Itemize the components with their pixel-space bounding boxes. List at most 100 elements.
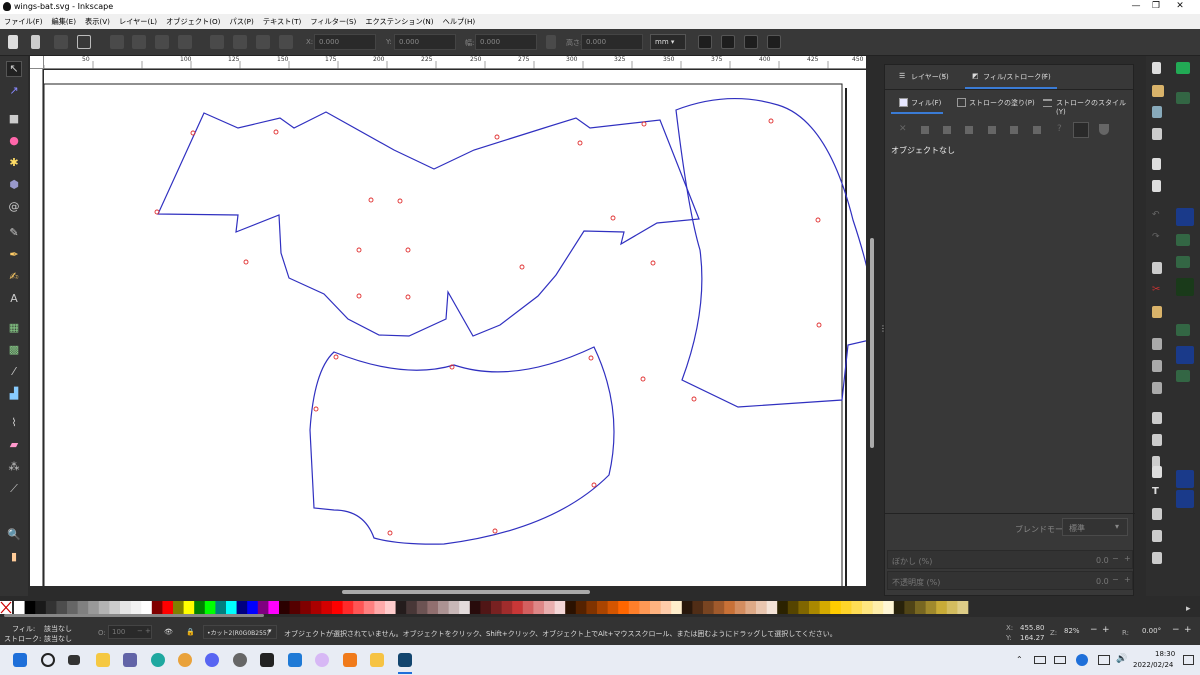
flat-color-icon[interactable] — [921, 126, 929, 134]
color-swatch[interactable] — [35, 601, 47, 614]
maximize-button[interactable]: ❐ — [1146, 1, 1166, 11]
touch-select-icon[interactable] — [77, 35, 91, 49]
radial-gradient-icon[interactable] — [965, 126, 973, 134]
menu-file[interactable]: ファイル(F) — [4, 17, 43, 27]
raise-to-top-icon[interactable] — [210, 35, 224, 49]
ellipse-tool-icon[interactable]: ● — [7, 134, 21, 148]
vscroll-thumb[interactable] — [870, 238, 874, 448]
subtab-fill[interactable]: フィル(F) — [911, 98, 941, 108]
subtab-stroke-style[interactable]: ストロークのスタイル(Y) — [1056, 98, 1133, 116]
color-swatch[interactable] — [120, 601, 131, 614]
raise-icon[interactable] — [233, 35, 247, 49]
tab-fillstroke[interactable]: フィル/ストローク(F) — [983, 72, 1051, 82]
rotate-cw-icon[interactable] — [132, 35, 146, 49]
color-swatch[interactable] — [607, 601, 619, 614]
o-plus-icon[interactable]: + — [145, 627, 151, 635]
y-input[interactable]: 0.000 — [394, 34, 456, 50]
color-swatch[interactable] — [565, 601, 577, 614]
dropper-tool-icon[interactable]: ⁄ — [7, 365, 21, 379]
color-swatch[interactable] — [215, 601, 227, 614]
opacity-slider[interactable]: 不透明度 (%) 0.0 − + — [887, 571, 1133, 590]
scale-corners-icon[interactable] — [721, 35, 735, 49]
color-swatch[interactable] — [173, 601, 184, 614]
selector-tool-icon[interactable]: ↖ — [6, 61, 22, 77]
color-swatch[interactable] — [67, 601, 78, 614]
x-input[interactable]: 0.000 — [314, 34, 376, 50]
color-swatch[interactable] — [872, 601, 884, 614]
color-swatch[interactable] — [692, 601, 704, 614]
close-window-button[interactable]: ✕ — [1170, 1, 1190, 11]
pen-tool-icon[interactable]: ✒ — [7, 248, 21, 262]
eraser-tool-icon[interactable]: ▰ — [7, 438, 21, 452]
color-swatch[interactable] — [501, 601, 513, 614]
color-swatch[interactable] — [226, 601, 237, 614]
color-swatch[interactable] — [703, 601, 714, 614]
current-layer-select[interactable]: •カット2(R0G0B255) ▾ — [203, 625, 277, 639]
color-swatch[interactable] — [332, 601, 343, 614]
export-icon[interactable] — [1152, 180, 1161, 192]
menu-extensions[interactable]: エクステンション(N) — [365, 17, 433, 27]
task-view-icon[interactable] — [68, 655, 80, 665]
color-swatch[interactable] — [787, 601, 799, 614]
rectangle-tool-icon[interactable]: ■ — [7, 112, 21, 126]
clone-icon[interactable] — [1152, 434, 1162, 446]
blur-minus-icon[interactable]: − — [1112, 554, 1119, 563]
color-swatch[interactable] — [777, 601, 789, 614]
start-icon[interactable] — [13, 653, 27, 667]
duplicate-icon[interactable] — [1152, 412, 1162, 424]
color-swatch[interactable] — [353, 601, 365, 614]
color-swatch[interactable] — [427, 601, 439, 614]
copy-icon[interactable] — [1152, 262, 1162, 274]
color-swatch[interactable] — [268, 601, 280, 614]
deselect-icon[interactable] — [54, 35, 68, 49]
snap-center-icon[interactable] — [1176, 346, 1194, 364]
undo-icon[interactable]: ↶ — [1152, 210, 1164, 222]
swatch-icon[interactable] — [1033, 126, 1041, 134]
color-swatch[interactable] — [862, 601, 873, 614]
zoom-tool-icon[interactable]: 🔍 — [7, 528, 21, 542]
pencil-tool-icon[interactable]: ✎ — [7, 226, 21, 240]
select-all-layers-icon[interactable] — [31, 35, 40, 49]
select-all-icon[interactable] — [8, 35, 18, 49]
rotation-input[interactable]: 0.00° − + — [1138, 625, 1196, 639]
color-swatch[interactable] — [416, 601, 428, 614]
color-swatch[interactable] — [438, 601, 449, 614]
opacity-minus-icon[interactable]: − — [1112, 575, 1119, 584]
vertical-scrollbar[interactable] — [866, 56, 878, 586]
pattern-icon[interactable] — [1010, 126, 1018, 134]
calligraphy-tool-icon[interactable]: ✍ — [7, 270, 21, 284]
snap-midpoint-icon[interactable] — [1176, 324, 1190, 336]
color-swatch[interactable] — [448, 601, 460, 614]
horizontal-scrollbar[interactable] — [30, 586, 866, 598]
color-swatch[interactable] — [512, 601, 524, 614]
width-input[interactable]: 0.000 — [475, 34, 537, 50]
no-color-swatch-icon[interactable] — [0, 601, 12, 614]
snap-grid-icon[interactable] — [1176, 490, 1194, 508]
color-swatch[interactable] — [321, 601, 333, 614]
color-swatch[interactable] — [936, 601, 948, 614]
node-tool-icon[interactable]: ↗ — [7, 84, 21, 98]
color-swatch[interactable] — [957, 601, 969, 614]
cut-icon[interactable]: ✂ — [1152, 284, 1164, 296]
app-icon[interactable] — [233, 653, 247, 667]
zoom-out-icon[interactable]: − — [1090, 625, 1098, 635]
menu-layer[interactable]: レイヤー(L) — [119, 17, 157, 27]
palette-menu-icon[interactable]: ▸ — [1186, 604, 1191, 614]
color-swatch[interactable] — [459, 601, 471, 614]
menu-object[interactable]: オブジェクト(O) — [166, 17, 220, 27]
vscode-icon[interactable] — [288, 653, 302, 667]
subtab-stroke-paint[interactable]: ストロークの塗り(P) — [969, 98, 1035, 108]
rotation-minus-icon[interactable]: − — [1172, 625, 1180, 635]
blend-mode-select[interactable]: 標準 ▾ — [1062, 518, 1128, 536]
lower-to-bottom-icon[interactable] — [279, 35, 293, 49]
tweak-tool-icon[interactable]: ⌇ — [7, 416, 21, 430]
fill-rule-evenodd-icon[interactable] — [1073, 122, 1089, 138]
wing-shape-right[interactable] — [675, 97, 866, 408]
color-swatch[interactable] — [798, 601, 810, 614]
color-swatch[interactable] — [544, 601, 555, 614]
zoom-drawing-icon[interactable] — [1152, 360, 1162, 372]
print-icon[interactable] — [1152, 128, 1162, 140]
color-swatch[interactable] — [819, 601, 831, 614]
snap-toggle-icon[interactable] — [1176, 62, 1190, 74]
preferences-icon[interactable] — [1152, 552, 1162, 564]
